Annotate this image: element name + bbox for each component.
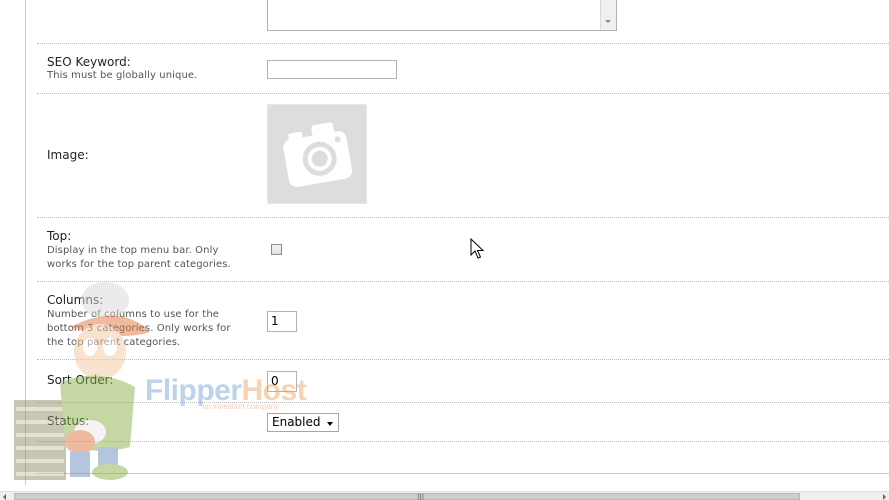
- form-row-seo-keyword: SEO Keyword: This must be globally uniqu…: [37, 44, 889, 94]
- form-row-image: Image:: [37, 94, 889, 218]
- dropdown-caret-icon: [327, 422, 333, 426]
- seo-keyword-label: SEO Keyword:: [47, 55, 131, 69]
- columns-label: Columns:: [47, 293, 104, 307]
- form-row-sort-order: Sort Order:: [37, 360, 889, 403]
- status-selected-value: Enabled: [272, 415, 321, 429]
- sort-order-input[interactable]: [267, 370, 297, 392]
- horizontal-scrollbar[interactable]: |||: [0, 491, 889, 500]
- scrollbar-thumb[interactable]: |||: [14, 493, 800, 500]
- description-textarea[interactable]: [267, 0, 617, 31]
- form-row-top: Top: Display in the top menu bar. Only w…: [37, 218, 889, 282]
- columns-input[interactable]: [267, 310, 297, 332]
- form-row-columns: Columns: Number of columns to use for th…: [37, 282, 889, 360]
- scroll-left-arrow-icon[interactable]: [3, 494, 6, 500]
- left-border: [25, 0, 26, 485]
- top-help: Display in the top menu bar. Only works …: [47, 245, 231, 270]
- form-bottom-border: [37, 473, 889, 474]
- mouse-cursor-icon: [470, 238, 484, 259]
- form-row-description: [37, 0, 889, 44]
- scrollbar-grip-icon: |||: [417, 493, 425, 500]
- sort-order-label: Sort Order:: [47, 373, 114, 387]
- status-select[interactable]: Enabled: [267, 413, 339, 432]
- seo-keyword-help: This must be globally unique.: [47, 70, 198, 81]
- image-label: Image:: [47, 148, 89, 162]
- status-label: Status:: [47, 414, 90, 428]
- textarea-scrollbar[interactable]: [600, 0, 616, 30]
- category-form-page: SEO Keyword: This must be globally uniqu…: [0, 0, 889, 500]
- scroll-down-arrow-icon[interactable]: [605, 20, 611, 23]
- seo-keyword-input[interactable]: [267, 59, 397, 79]
- image-thumbnail[interactable]: [267, 104, 367, 204]
- top-label: Top:: [47, 229, 72, 243]
- form-row-status: Status: Enabled: [37, 403, 889, 442]
- top-checkbox[interactable]: [271, 244, 282, 255]
- scroll-right-arrow-icon[interactable]: [883, 494, 886, 500]
- columns-help: Number of columns to use for the bottom …: [47, 309, 231, 348]
- camera-icon: [283, 122, 353, 188]
